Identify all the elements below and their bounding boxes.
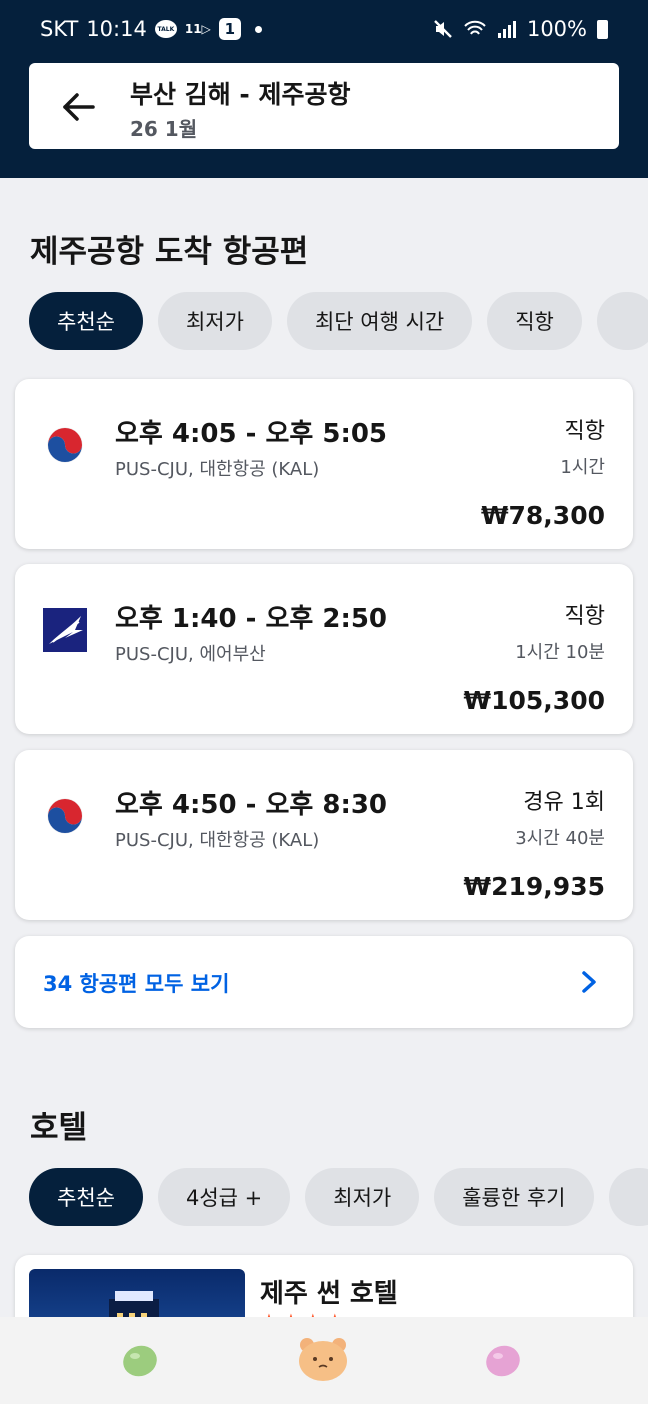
kakaotalk-icon: TALK (154, 20, 177, 38)
bottom-navigation (0, 1317, 648, 1404)
flight-filter-chips: 추천순 최저가 최단 여행 시간 직항 (29, 292, 648, 350)
notification-badge-icon: 1 (218, 18, 241, 40)
green-bean-icon[interactable] (115, 1337, 165, 1385)
flight-filter-recommended[interactable]: 추천순 (29, 292, 143, 350)
flight-result-card[interactable]: 오후 4:05 - 오후 5:05 PUS-CJU, 대한항공 (KAL) 직항… (15, 379, 633, 549)
flight-result-card[interactable]: 오후 4:50 - 오후 8:30 PUS-CJU, 대한항공 (KAL) 경유… (15, 750, 633, 920)
air-busan-logo-icon (43, 608, 87, 652)
signal-icon (497, 21, 516, 38)
flight-duration: 1시간 (560, 457, 605, 478)
status-right: 100% (433, 17, 608, 41)
carrier-name: SKT (40, 17, 79, 41)
korean-air-logo-icon (47, 427, 83, 463)
hotel-filter-cheapest[interactable]: 최저가 (305, 1168, 420, 1226)
route-date: 26 1월 (130, 117, 198, 141)
header-bar: SKT 10:14 TALK 11▷ 1 100% 부산 김해 - 제주공항 2… (0, 0, 648, 178)
mute-icon (434, 20, 452, 38)
flights-section-title: 제주공항 도착 항공편 (30, 234, 309, 270)
wifi-icon (464, 20, 486, 35)
bear-face-icon[interactable] (295, 1335, 351, 1383)
flight-stops: 직항 (564, 604, 605, 629)
battery-percent: 100% (526, 17, 587, 41)
korean-air-logo-icon (47, 798, 83, 834)
see-all-flights-button[interactable]: 34 항공편 모두 보기 (15, 936, 633, 1028)
flight-stops: 직항 (564, 419, 605, 444)
battery-icon (597, 19, 608, 39)
flight-result-card[interactable]: 오후 1:40 - 오후 2:50 PUS-CJU, 에어부산 직항 1시간 1… (15, 564, 633, 734)
hotels-section-title: 호텔 (30, 1110, 88, 1146)
status-left: SKT 10:14 TALK 11▷ 1 (40, 17, 262, 41)
hotel-filter-great-reviews[interactable]: 훌륭한 후기 (434, 1168, 594, 1226)
flight-duration: 1시간 10분 (515, 642, 605, 663)
flight-times: 오후 4:50 - 오후 8:30 (115, 790, 388, 820)
more-notifications-dot-icon (254, 25, 262, 33)
flight-stops: 경유 1회 (523, 790, 605, 815)
flight-price: ₩78,300 (480, 501, 605, 530)
flight-price: ₩105,300 (463, 686, 605, 715)
flight-duration: 3시간 40분 (515, 828, 605, 849)
flight-carrier: PUS-CJU, 에어부산 (115, 644, 266, 665)
see-all-flights-label: 34 항공편 모두 보기 (43, 972, 230, 996)
hotel-filter-chips: 추천순 4성급 + 최저가 훌륭한 후기 (29, 1168, 648, 1226)
hotel-filter-4star[interactable]: 4성급 + (157, 1168, 291, 1226)
flight-filter-direct[interactable]: 직항 (487, 292, 582, 350)
hotel-filter-more[interactable] (608, 1168, 648, 1226)
flight-filter-fastest[interactable]: 최단 여행 시간 (286, 292, 473, 350)
flight-filter-more[interactable] (596, 292, 648, 350)
chevron-right-icon (582, 971, 596, 993)
eleven-street-icon: 11▷ (184, 22, 211, 36)
flight-filter-cheapest[interactable]: 최저가 (157, 292, 272, 350)
status-bar: SKT 10:14 TALK 11▷ 1 100% (0, 0, 648, 62)
flight-carrier: PUS-CJU, 대한항공 (KAL) (115, 830, 320, 851)
hotel-name: 제주 썬 호텔 (260, 1279, 398, 1309)
pink-bean-icon[interactable] (478, 1337, 528, 1385)
back-arrow-icon[interactable] (57, 85, 101, 129)
flight-carrier: PUS-CJU, 대한항공 (KAL) (115, 459, 320, 480)
route-summary-box[interactable]: 부산 김해 - 제주공항 26 1월 (29, 63, 619, 149)
clock: 10:14 (86, 17, 147, 41)
flight-price: ₩219,935 (463, 872, 605, 901)
route-title: 부산 김해 - 제주공항 (130, 80, 351, 109)
hotel-filter-recommended[interactable]: 추천순 (29, 1168, 143, 1226)
flight-times: 오후 4:05 - 오후 5:05 (115, 419, 388, 449)
flight-times: 오후 1:40 - 오후 2:50 (115, 604, 388, 634)
